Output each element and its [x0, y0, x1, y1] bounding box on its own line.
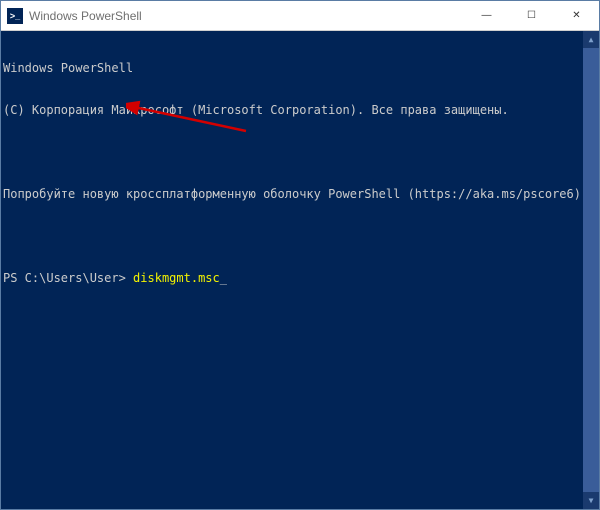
scroll-thumb[interactable] [583, 48, 599, 492]
tip-line: Попробуйте новую кроссплатформенную обол… [3, 187, 599, 201]
window-title: Windows PowerShell [29, 9, 150, 23]
titlebar[interactable]: >_ Windows PowerShell — ☐ ✕ [1, 1, 599, 31]
scroll-up-button[interactable]: ▲ [583, 31, 599, 48]
scroll-down-button[interactable]: ▼ [583, 492, 599, 509]
prompt-line[interactable]: PS C:\Users\User> diskmgmt.msc_ [3, 271, 599, 285]
blank-line-1 [3, 145, 599, 159]
header-line-1: Windows PowerShell [3, 61, 599, 75]
command-text: diskmgmt.msc [133, 271, 220, 285]
vertical-scrollbar[interactable]: ▲ ▼ [583, 31, 599, 509]
powershell-icon: >_ [7, 8, 23, 24]
minimize-button[interactable]: — [464, 1, 509, 30]
powershell-window: >_ Windows PowerShell — ☐ ✕ Windows Powe… [0, 0, 600, 510]
window-controls: — ☐ ✕ [464, 1, 599, 30]
header-line-2: (С) Корпорация Майкрософт (Microsoft Cor… [3, 103, 599, 117]
terminal-area[interactable]: Windows PowerShell (С) Корпорация Майкро… [1, 31, 599, 509]
blank-line-2 [3, 229, 599, 243]
maximize-button[interactable]: ☐ [509, 1, 554, 30]
cursor: _ [220, 271, 227, 285]
annotation-arrow-icon [126, 89, 266, 149]
close-button[interactable]: ✕ [554, 1, 599, 30]
window-icon-wrap: >_ [1, 8, 29, 24]
scroll-track[interactable] [583, 48, 599, 492]
prompt-text: PS C:\Users\User> [3, 271, 133, 285]
